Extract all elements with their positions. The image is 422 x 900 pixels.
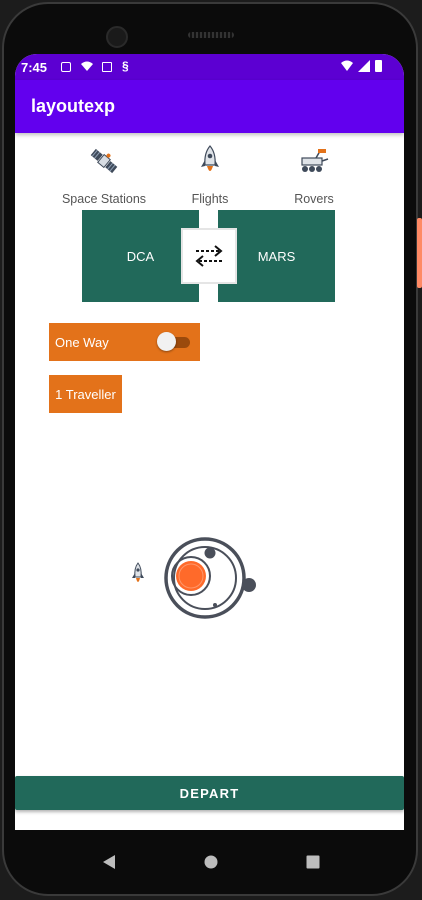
rover-icon [259,144,369,178]
toggle-thumb[interactable] [157,332,176,351]
cell-signal-icon [358,60,370,72]
one-way-switch[interactable]: One Way [49,323,200,361]
android-nav-bar [0,832,422,892]
status-bar: 7:45 § [15,54,404,80]
app-title: layoutexp [31,96,116,116]
small-rocket-icon [132,562,144,582]
wifi-icon [341,60,353,71]
notification-a-icon [61,62,71,72]
planet-orbit-icon [164,537,256,619]
solar-system-illustration [125,534,265,639]
battery-icon [375,60,382,72]
rocket-icon [155,144,265,178]
front-camera [106,26,128,48]
satellite-icon [49,144,159,178]
category-label: Rovers [294,192,334,206]
back-icon[interactable] [102,854,116,870]
traveller-button[interactable]: 1 Traveller [49,375,122,413]
sync-icon: § [122,59,129,73]
status-time: 7:45 [21,60,48,75]
swap-button[interactable] [181,228,237,284]
sd-card-icon [102,62,112,72]
category-rovers[interactable]: Rovers [259,144,369,206]
wifi-notification-icon [80,60,94,75]
category-space-stations[interactable]: Space Stations [49,144,159,206]
earpiece-speaker [188,32,234,38]
one-way-label: One Way [55,335,109,350]
swap-arrows-icon [195,245,223,267]
category-flights[interactable]: Flights [155,144,265,206]
home-icon[interactable] [204,855,218,869]
category-label: Flights [191,192,229,206]
app-screen: 7:45 § layoutexp Space Stations Flights … [15,54,404,830]
category-label: Space Stations [61,192,147,206]
recents-icon[interactable] [306,855,320,869]
app-bar: layoutexp [15,80,404,133]
depart-button[interactable]: DEPART [15,776,404,810]
phone-side-button [417,218,422,288]
